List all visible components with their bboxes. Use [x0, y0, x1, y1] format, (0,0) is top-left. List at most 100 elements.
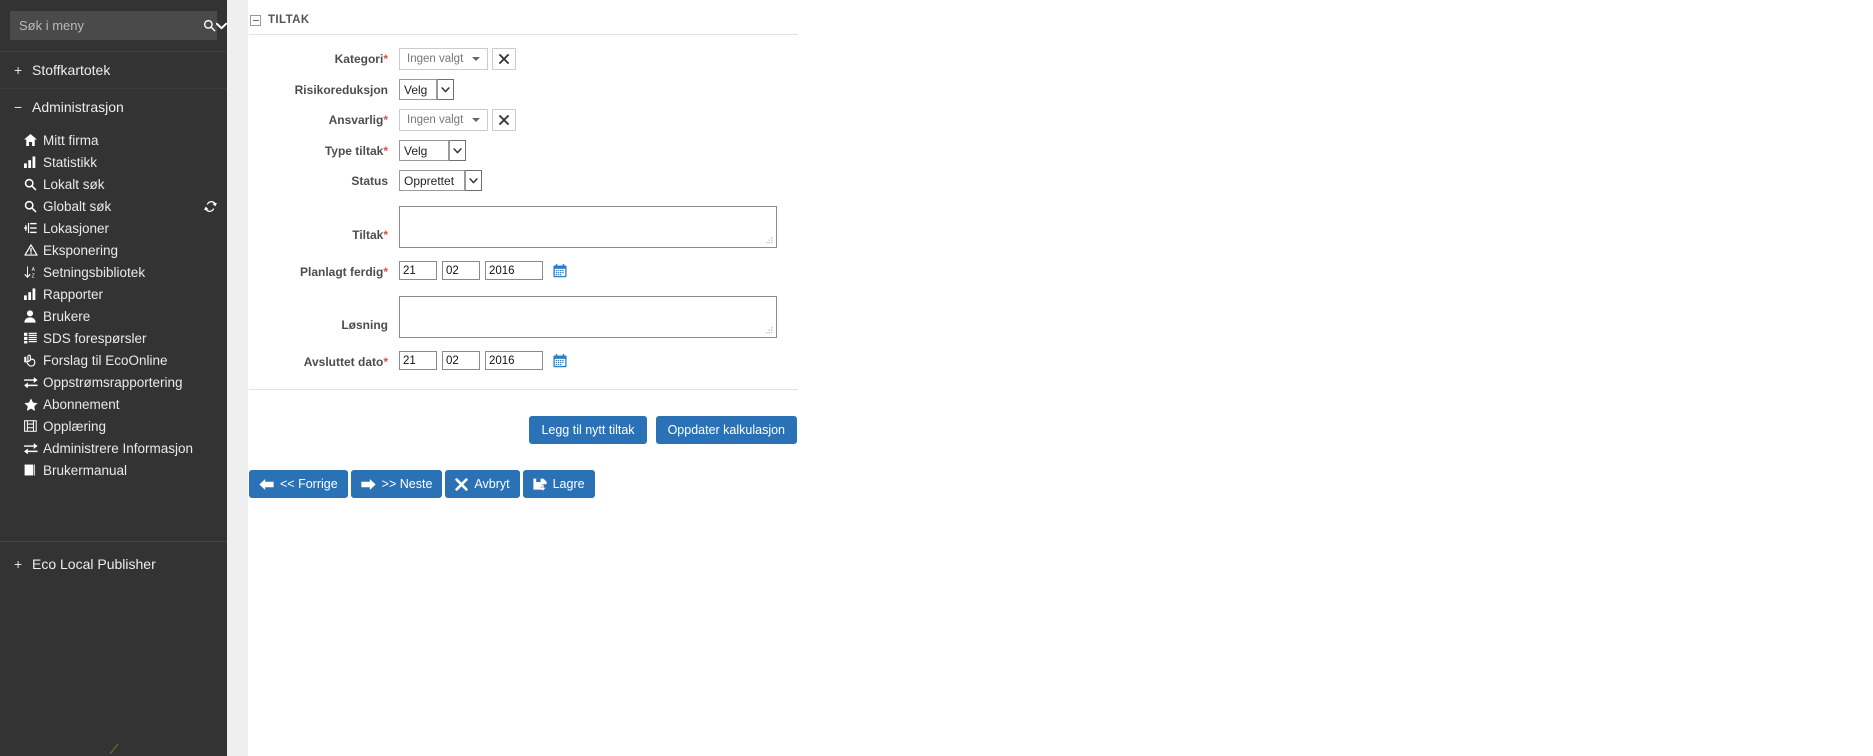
resize-grip-icon[interactable]	[764, 325, 774, 335]
field-row-tiltak: Tiltak*	[248, 206, 1348, 248]
previous-button[interactable]: << Forrige	[249, 470, 348, 498]
chevron-down-icon[interactable]	[437, 79, 454, 100]
search-input[interactable]	[11, 12, 203, 39]
ansvarlig-clear-button[interactable]	[492, 109, 517, 131]
next-button[interactable]: >> Neste	[350, 470, 443, 498]
primary-actions: Legg til nytt tiltak Oppdater kalkulasjo…	[248, 390, 797, 444]
sidebar-item-label: Lokasjoner	[43, 220, 110, 236]
field-row-planlagt-ferdig: Planlagt ferdig*	[248, 261, 1348, 280]
sidebar-item-forslag-til-ecoonline[interactable]: Forslag til EcoOnline	[0, 349, 227, 371]
arrow-left-icon	[259, 478, 274, 491]
sidebar-item-label: Administrere Informasjon	[43, 440, 194, 456]
sidebar-item-mitt-firma[interactable]: Mitt firma	[0, 129, 227, 151]
tiltak-panel: TILTAK Kategori* Ingen valgt Risikoreduk…	[248, 0, 1348, 498]
sitemap-icon	[24, 221, 43, 235]
chevron-down-icon[interactable]	[465, 170, 482, 191]
kategori-dropdown[interactable]: Ingen valgt	[399, 48, 489, 70]
sidebar-item-lokasjoner[interactable]: Lokasjoner	[0, 217, 227, 239]
required-marker: *	[383, 113, 388, 127]
risikoreduksjon-select[interactable]: Velg	[399, 79, 454, 100]
sidebar-nav-list: Mitt firma Statistikk Lokalt søk Globalt…	[0, 125, 227, 487]
times-icon	[455, 477, 469, 491]
label-status: Status	[351, 174, 388, 188]
field-row-avsluttet-dato: Avsluttet dato*	[248, 351, 1348, 370]
avsluttet-dato-day-input[interactable]	[399, 351, 437, 370]
sort-alpha-icon: A Z	[24, 265, 43, 279]
type-tiltak-select[interactable]: Velg	[399, 140, 466, 161]
sidebar-group-stoffkartotek[interactable]: + Stoffkartotek	[0, 51, 227, 89]
sidebar-item-abonnement[interactable]: Abonnement	[0, 393, 227, 415]
sidebar-group-administrasjon[interactable]: − Administrasjon	[0, 89, 227, 125]
previous-button-label: << Forrige	[280, 477, 338, 491]
field-row-ansvarlig: Ansvarlig* Ingen valgt	[248, 109, 1348, 131]
sidebar-item-label: Brukere	[43, 308, 91, 324]
sidebar-item-brukermanual[interactable]: Brukermanual	[0, 459, 227, 481]
main-content: TILTAK Kategori* Ingen valgt Risikoreduk…	[248, 0, 1873, 756]
label-kategori: Kategori*	[334, 52, 388, 66]
collapse-minus-icon: −	[14, 99, 23, 115]
expand-plus-icon: +	[14, 62, 23, 78]
save-button[interactable]: Lagre	[522, 470, 595, 498]
film-icon	[24, 419, 43, 433]
sidebar-item-administrere-informasjon[interactable]: Administrere Informasjon	[0, 437, 227, 459]
sidebar-item-opplaering[interactable]: Opplæring	[0, 415, 227, 437]
calendar-icon[interactable]	[553, 263, 567, 278]
sidebar-item-label: Globalt søk	[43, 198, 112, 214]
sidebar-item-setningsbibliotek[interactable]: A Z Setningsbibliotek	[0, 261, 227, 283]
planlagt-ferdig-day-input[interactable]	[399, 261, 437, 280]
cancel-button-label: Avbryt	[474, 477, 510, 491]
label-type-tiltak: Type tiltak*	[324, 144, 388, 158]
scroll-indicator-icon	[108, 740, 124, 756]
caret-down-icon	[472, 57, 481, 61]
type-tiltak-selected-value: Velg	[404, 143, 428, 158]
sidebar-item-globalt-sok[interactable]: Globalt søk	[0, 195, 227, 217]
add-tiltak-button[interactable]: Legg til nytt tiltak	[529, 416, 647, 444]
sidebar-item-label: Setningsbibliotek	[43, 264, 146, 280]
resize-grip-icon[interactable]	[764, 235, 774, 245]
kategori-selected-value: Ingen valgt	[407, 53, 464, 65]
calendar-icon[interactable]	[553, 353, 567, 368]
sidebar-item-label: SDS forespørsler	[43, 330, 147, 346]
minus-square-icon[interactable]	[250, 14, 261, 26]
save-icon	[533, 478, 547, 491]
status-select[interactable]: Opprettet	[399, 170, 482, 191]
planlagt-ferdig-month-input[interactable]	[442, 261, 480, 280]
sidebar-item-label: Oppstrømsrapportering	[43, 374, 183, 390]
book-icon	[24, 463, 43, 477]
sidebar-item-label: Forslag til EcoOnline	[43, 352, 168, 368]
losning-textarea[interactable]	[399, 296, 777, 338]
avsluttet-dato-year-input[interactable]	[485, 351, 543, 370]
sidebar-item-label: Rapporter	[43, 286, 104, 302]
menu-search-box[interactable]	[10, 11, 227, 40]
sidebar-item-eksponering[interactable]: Eksponering	[0, 239, 227, 261]
bar-chart-icon	[24, 287, 43, 301]
update-calculation-button[interactable]: Oppdater kalkulasjon	[655, 416, 797, 444]
sidebar-item-sds-foresporsler[interactable]: SDS forespørsler	[0, 327, 227, 349]
sidebar-item-lokalt-sok[interactable]: Lokalt søk	[0, 173, 227, 195]
sidebar-group-label: Stoffkartotek	[32, 62, 111, 78]
next-button-label: >> Neste	[381, 477, 433, 491]
planlagt-ferdig-year-input[interactable]	[485, 261, 543, 280]
required-marker: *	[383, 52, 388, 66]
cancel-button[interactable]: Avbryt	[445, 470, 520, 498]
search-icon[interactable]	[203, 12, 216, 39]
tiltak-textarea[interactable]	[399, 206, 777, 248]
sidebar-item-oppstromsrapportering[interactable]: Oppstrømsrapportering	[0, 371, 227, 393]
sync-icon[interactable]	[204, 200, 217, 213]
required-marker: *	[383, 144, 388, 158]
ansvarlig-dropdown[interactable]: Ingen valgt	[399, 109, 489, 131]
sidebar-item-rapporter[interactable]: Rapporter	[0, 283, 227, 305]
caret-down-icon	[472, 118, 481, 122]
label-ansvarlig: Ansvarlig*	[328, 113, 388, 127]
sidebar-item-brukere[interactable]: Brukere	[0, 305, 227, 327]
avsluttet-dato-month-input[interactable]	[442, 351, 480, 370]
sidebar-group-eco-local-publisher[interactable]: + Eco Local Publisher	[0, 542, 227, 582]
chevron-down-icon[interactable]	[216, 12, 227, 39]
sidebar-item-statistikk[interactable]: Statistikk	[0, 151, 227, 173]
kategori-clear-button[interactable]	[492, 48, 517, 70]
risikoreduksjon-selected-value: Velg	[404, 82, 428, 97]
field-row-risikoreduksjon: Risikoreduksjon Velg	[248, 79, 1348, 100]
chevron-down-icon[interactable]	[449, 140, 466, 161]
sidebar-item-label: Brukermanual	[43, 462, 128, 478]
exchange-icon	[24, 441, 43, 455]
